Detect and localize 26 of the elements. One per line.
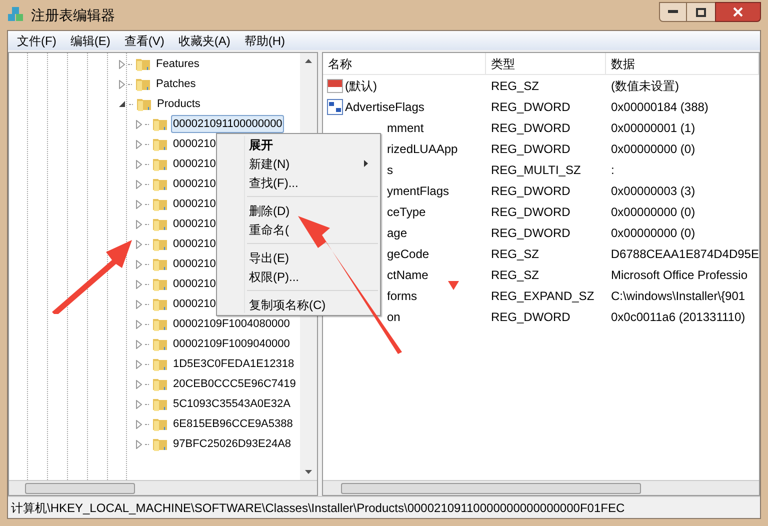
value-type: REG_DWORD	[490, 98, 572, 116]
value-data: 0x00000184 (388)	[610, 98, 708, 116]
value-data: :	[610, 162, 614, 178]
value-type: REG_DWORD	[490, 204, 572, 220]
value-data: 0x00000000 (0)	[610, 140, 696, 158]
status-path: 计算机\HKEY_LOCAL_MACHINE\SOFTWARE\Classes\Installer\Products\00002109110000000000000000F01FEC	[11, 500, 625, 516]
value-data: 0x00000000 (0)	[610, 204, 696, 220]
value-type: REG_SZ	[490, 266, 540, 284]
value-data: D6788CEAA1E874D4D95E	[610, 246, 759, 262]
value-type: REG_SZ	[490, 246, 540, 262]
value-data: 0x00000003 (3)	[610, 182, 696, 200]
value-type: REG_EXPAND_SZ	[490, 288, 596, 304]
value-type: REG_DWORD	[490, 140, 572, 158]
value-type: REG_DWORD	[490, 120, 572, 136]
value-type: REG_DWORD	[490, 224, 572, 242]
value-data: 0x0c0011a6 (201331110)	[610, 308, 746, 326]
value-data: 0x00000001 (1)	[610, 120, 696, 136]
value-data: (数值未设置)	[610, 78, 679, 94]
value-type: REG_DWORD	[490, 308, 572, 326]
value-type: REG_MULTI_SZ	[490, 162, 582, 178]
value-type: REG_DWORD	[490, 182, 572, 200]
value-data: Microsoft Office Professio	[610, 266, 748, 284]
window-title: 注册表编辑器	[31, 6, 115, 24]
value-data: C:\windows\Installer\{901	[610, 288, 746, 304]
value-data: 0x00000000 (0)	[610, 224, 696, 242]
value-type: REG_SZ	[490, 78, 540, 94]
